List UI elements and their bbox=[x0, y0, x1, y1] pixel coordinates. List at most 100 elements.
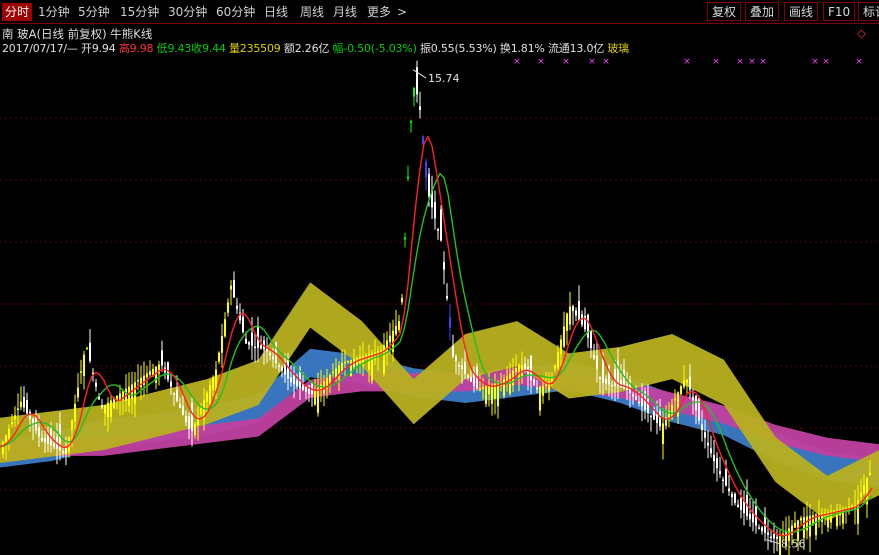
period-tab-15min[interactable]: 15分钟 bbox=[120, 3, 159, 21]
period-tab-month[interactable]: 月线 bbox=[333, 3, 357, 21]
candle-body bbox=[317, 387, 319, 413]
candle-body bbox=[281, 366, 283, 371]
candle-body bbox=[221, 335, 223, 353]
candle-body bbox=[428, 173, 430, 197]
candle-body bbox=[26, 399, 28, 414]
candle-body bbox=[461, 365, 463, 370]
candle-body bbox=[134, 382, 136, 404]
candle-body bbox=[227, 302, 229, 313]
candle-body bbox=[638, 401, 640, 404]
candle-body bbox=[194, 423, 196, 436]
candle-body bbox=[419, 106, 421, 110]
period-tab-60min[interactable]: 60分钟 bbox=[216, 3, 255, 21]
candle-body bbox=[212, 377, 214, 390]
draw-line-button[interactable]: 画线 bbox=[784, 2, 819, 21]
candle-body bbox=[563, 326, 565, 347]
candle-body bbox=[365, 354, 367, 357]
candle-body bbox=[530, 355, 532, 381]
high-label: 高 bbox=[118, 42, 130, 55]
candle-body bbox=[83, 354, 85, 377]
candle-body bbox=[188, 416, 190, 430]
candle-body bbox=[242, 316, 244, 333]
candle-body bbox=[467, 375, 469, 378]
candle-body bbox=[251, 332, 253, 346]
adjust-rights-button[interactable]: 复权 bbox=[707, 2, 742, 21]
period-toolbar: 分时 1分钟 5分钟 15分钟 30分钟 60分钟 日线 周线 月线 更多 > … bbox=[0, 0, 879, 24]
amount-label: 额 bbox=[283, 42, 295, 55]
candle-body bbox=[659, 410, 661, 427]
candle-body bbox=[422, 136, 424, 144]
open-value: 9.94 bbox=[91, 42, 116, 55]
candle-body bbox=[710, 448, 712, 454]
candle-body bbox=[470, 376, 472, 382]
high-label: 15.74 bbox=[428, 72, 460, 85]
candle-body bbox=[587, 314, 589, 338]
candle-body bbox=[116, 395, 118, 400]
candle-body bbox=[452, 345, 454, 357]
candle-body bbox=[41, 438, 43, 441]
candle-body bbox=[65, 447, 67, 454]
candle-body bbox=[44, 438, 46, 443]
candle-body bbox=[800, 517, 802, 521]
candle-body bbox=[539, 387, 541, 411]
candle-body bbox=[332, 371, 334, 374]
candle-body bbox=[62, 451, 64, 453]
open-label: 开 bbox=[81, 42, 92, 55]
kline-chart[interactable]: × × × × × × × × × × × × × 15.748.56 bbox=[0, 56, 879, 555]
candle-body bbox=[725, 469, 727, 486]
period-tab-more[interactable]: 更多 bbox=[367, 3, 391, 21]
period-tab-day[interactable]: 日线 bbox=[264, 3, 288, 21]
more-chevron-icon[interactable]: > bbox=[397, 3, 407, 21]
f10-button[interactable]: F10 bbox=[823, 2, 856, 21]
candle-body bbox=[380, 350, 382, 352]
candle-body bbox=[518, 364, 520, 379]
float-label: 流通 bbox=[547, 42, 570, 55]
overlay-button[interactable]: 叠加 bbox=[745, 2, 780, 21]
period-tab-5min[interactable]: 5分钟 bbox=[78, 3, 110, 21]
quote-line: 2017/07/17/— 开9.94 高9.98 低9.43收9.44 量235… bbox=[2, 40, 629, 56]
candle-body bbox=[662, 423, 664, 445]
candle-body bbox=[254, 346, 256, 349]
candle-body bbox=[557, 352, 559, 368]
candle-body bbox=[860, 492, 862, 498]
candle-body bbox=[863, 485, 865, 494]
candle-body bbox=[446, 296, 448, 299]
candle-body bbox=[218, 352, 220, 362]
mark-button[interactable]: 标记 bbox=[858, 2, 879, 21]
candle-body bbox=[683, 380, 685, 387]
extreme-annotations: 15.74 8.56 bbox=[412, 69, 806, 551]
candle-body bbox=[2, 442, 4, 454]
candle-body bbox=[686, 379, 688, 383]
candle-body bbox=[593, 354, 595, 359]
candle-body bbox=[767, 532, 769, 535]
close-label: 收 bbox=[191, 42, 202, 55]
candle-body bbox=[731, 493, 733, 498]
magenta-x-mark: × bbox=[562, 57, 570, 67]
magenta-x-mark: × bbox=[855, 57, 863, 67]
candle-body bbox=[86, 347, 88, 350]
period-tab-timeshare[interactable]: 分时 bbox=[2, 3, 33, 21]
candle-body bbox=[179, 403, 181, 408]
candle-body bbox=[200, 408, 202, 414]
period-tab-30min[interactable]: 30分钟 bbox=[168, 3, 207, 21]
candle-body bbox=[701, 424, 703, 431]
candle-body bbox=[149, 371, 151, 375]
period-tab-week[interactable]: 周线 bbox=[300, 3, 324, 21]
candle-body bbox=[620, 379, 622, 388]
candle-body bbox=[11, 422, 13, 424]
change-label: 幅 bbox=[332, 42, 344, 55]
diamond-icon[interactable]: ◇ bbox=[857, 26, 866, 40]
candle-body bbox=[728, 488, 730, 492]
magenta-x-mark: × bbox=[537, 57, 545, 67]
candle-body bbox=[551, 378, 553, 382]
candle-body bbox=[602, 358, 604, 383]
candle-body bbox=[722, 479, 724, 482]
candle-body bbox=[596, 355, 598, 369]
candle-body bbox=[560, 339, 562, 355]
low-value: 9.43 bbox=[167, 42, 192, 55]
candle-body bbox=[716, 458, 718, 469]
candle-body bbox=[71, 420, 73, 431]
period-tab-1min[interactable]: 1分钟 bbox=[38, 3, 70, 21]
magenta-x-mark: × bbox=[748, 57, 756, 67]
candle-body bbox=[545, 384, 547, 387]
